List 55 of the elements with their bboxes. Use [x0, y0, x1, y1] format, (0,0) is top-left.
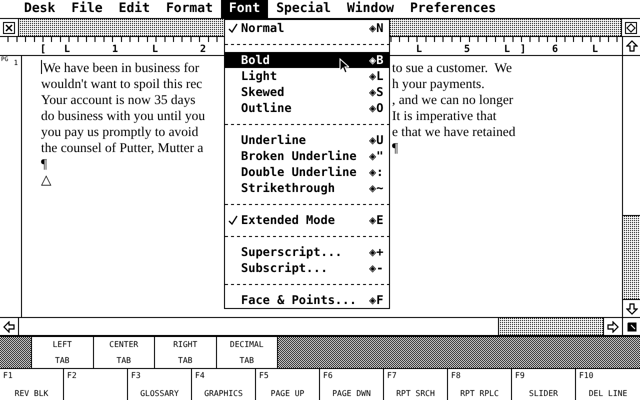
document-text: It is imperative that — [392, 108, 498, 124]
menu-title[interactable]: Edit — [110, 0, 158, 18]
document-text: , and we can no longer — [392, 92, 514, 108]
document-text: do business with you until you — [41, 108, 206, 123]
document-text: ¶ — [392, 140, 400, 156]
menu-title[interactable]: Font — [220, 0, 268, 18]
document-text: △ — [41, 172, 51, 187]
tab-button[interactable]: RIGHT TAB — [154, 337, 216, 368]
menu-item[interactable]: Underline ◈U — [225, 132, 389, 148]
document-text: We have been in business for — [43, 60, 200, 75]
full-button[interactable] — [622, 19, 640, 36]
document-text: you pay us promptly to avoid — [41, 124, 198, 139]
ruler-markers: [ L 1 L 2 — [40, 44, 210, 55]
up-arrow-icon[interactable] — [626, 40, 638, 52]
document-text: Your account is now 35 days — [41, 92, 196, 107]
menu-item[interactable]: Strikethrough ◈~ — [225, 180, 389, 196]
menu-item[interactable]: Broken Underline ◈" — [225, 148, 389, 164]
tab-button[interactable]: LEFT TAB — [31, 337, 94, 368]
document-text: the counsel of Putter, Mutter a — [41, 140, 204, 155]
close-button[interactable] — [0, 19, 18, 36]
left-arrow-icon[interactable] — [3, 320, 15, 332]
menu-title[interactable]: Window — [339, 0, 402, 18]
menu-title[interactable]: Desk — [16, 0, 64, 18]
document-text: e that we have retained — [392, 124, 516, 140]
menu-title[interactable]: Special — [268, 0, 340, 18]
menu-item[interactable]: Outline ◈O — [225, 100, 389, 116]
scroll-thumb[interactable] — [498, 318, 603, 335]
menu-item[interactable]: Skewed ◈S — [225, 84, 389, 100]
tab-button[interactable]: DECIMAL TAB — [216, 337, 278, 368]
pointer-icon — [339, 58, 349, 74]
menu-title[interactable]: File — [63, 0, 111, 18]
document-text: to sue a customer. We — [392, 60, 513, 76]
menu-item[interactable]: Superscript... ◈+ — [225, 244, 389, 260]
close-icon — [3, 22, 15, 34]
down-arrow-icon[interactable] — [626, 302, 638, 314]
menu-item[interactable]: Normal ◈N — [225, 20, 389, 36]
tab-button[interactable]: CENTER TAB — [92, 337, 155, 368]
document-text: ¶ — [41, 156, 48, 171]
document-text: h your payments. — [392, 76, 486, 92]
menu-title[interactable]: Preferences — [402, 0, 504, 18]
menu-title[interactable]: Format — [158, 0, 221, 18]
resize-icon[interactable] — [626, 320, 638, 332]
scroll-thumb[interactable] — [623, 215, 640, 300]
full-icon — [625, 22, 637, 34]
document-text: wouldn't want to spoil this rec — [41, 76, 202, 91]
menu-item[interactable]: Light ◈L — [225, 68, 389, 84]
menu-item[interactable]: Face & Points... ◈F — [225, 292, 389, 308]
ruler-markers: L 5 L ] 6 L — [416, 44, 600, 55]
menu-item[interactable]: Subscript... ◈- — [225, 260, 389, 276]
scroll-track[interactable] — [18, 318, 604, 335]
menu-item[interactable]: Extended Mode ◈E — [225, 212, 389, 228]
menu-item[interactable]: Double Underline ◈: — [225, 164, 389, 180]
menu-item[interactable]: Bold ◈B — [225, 52, 389, 68]
right-arrow-icon[interactable] — [607, 320, 619, 332]
text-cursor — [41, 60, 42, 74]
